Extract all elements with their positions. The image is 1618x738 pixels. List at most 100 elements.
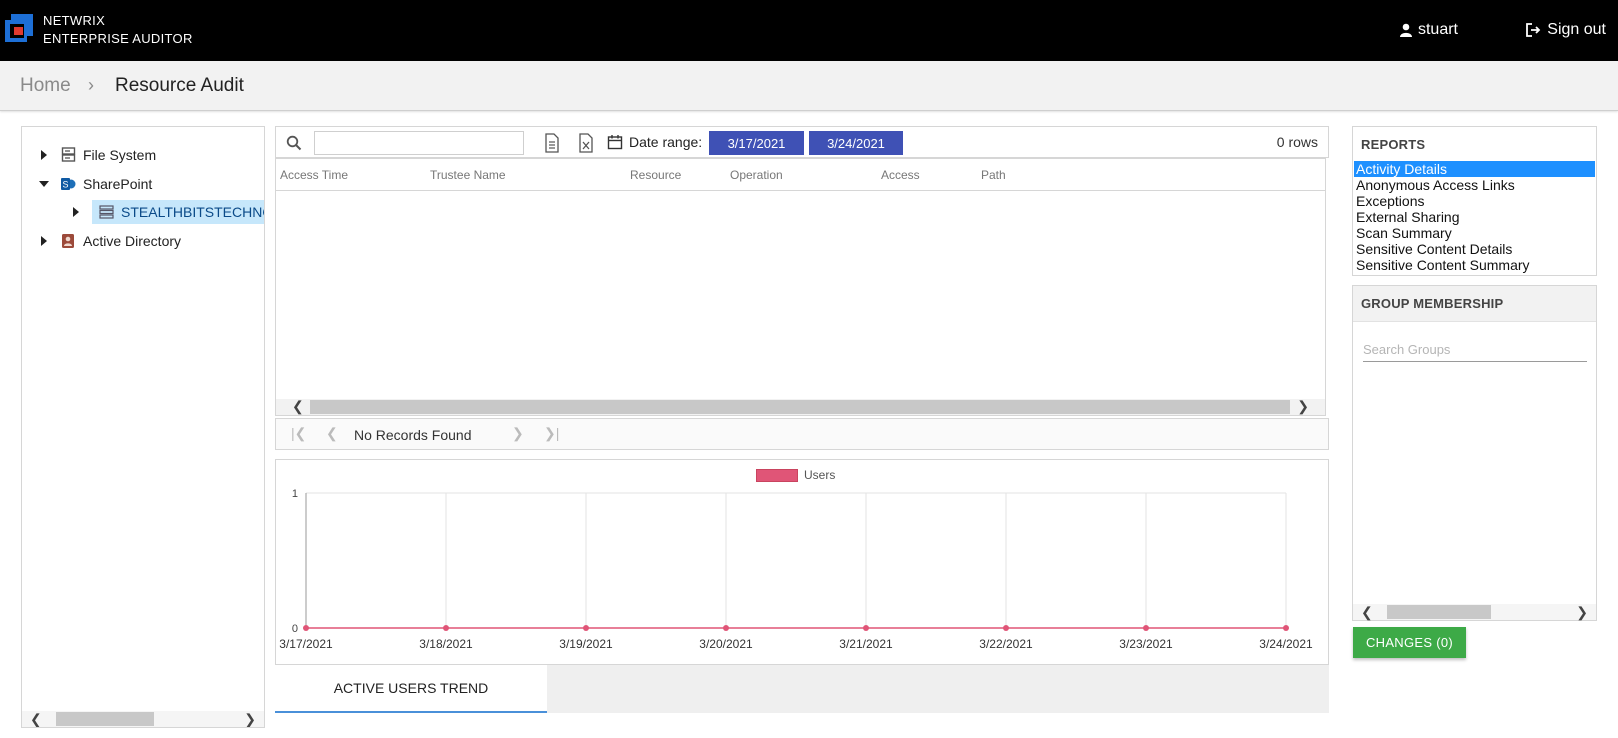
directory-icon — [60, 233, 76, 249]
chart-plot: 0 1 3/17/2021 3/18/2021 3/19/2021 3/20/2021 3/… — [279, 488, 1313, 651]
chevron-right-icon[interactable]: ❯ — [244, 711, 256, 728]
tree-item-label: Active Directory — [83, 233, 182, 249]
svg-text:S: S — [62, 180, 68, 190]
report-item-external-sharing[interactable]: External Sharing — [1354, 209, 1595, 225]
column-header-path[interactable]: Path — [981, 168, 1006, 182]
report-item-anonymous-access-links[interactable]: Anonymous Access Links — [1354, 177, 1595, 193]
first-page-icon[interactable]: |❮ — [291, 425, 306, 442]
grid-horizontal-scrollbar[interactable]: ❮ ❯ — [276, 398, 1325, 415]
x-tick-label: 3/23/2021 — [1119, 637, 1173, 651]
report-item-sensitive-content-details[interactable]: Sensitive Content Details — [1354, 241, 1595, 257]
tree-item-sharepoint[interactable]: S SharePoint — [38, 172, 152, 196]
tree-item-stealthbits-site[interactable]: STEALTHBITSTECHNO — [70, 200, 265, 224]
data-point — [583, 625, 589, 631]
grid-toolbar: Date range: 3/17/2021 3/24/2021 0 rows — [275, 126, 1329, 158]
tree-item-label: File System — [83, 147, 157, 163]
y-tick-label: 1 — [292, 488, 298, 500]
data-point — [863, 625, 869, 631]
x-tick-label: 3/19/2021 — [559, 637, 613, 651]
chart-tabs: ACTIVE USERS TREND — [275, 665, 1329, 713]
row-count: 0 rows — [1276, 134, 1318, 150]
caret-right-icon[interactable] — [38, 235, 50, 247]
group-membership-title: GROUP MEMBERSHIP — [1361, 296, 1504, 311]
data-point — [1003, 625, 1009, 631]
tab-active-users-trend[interactable]: ACTIVE USERS TREND — [275, 665, 547, 713]
end-date-button[interactable]: 3/24/2021 — [809, 131, 903, 155]
tree-item-label: STEALTHBITSTECHNO — [121, 204, 265, 220]
tree-item-active-directory[interactable]: Active Directory — [38, 229, 181, 253]
next-page-icon[interactable]: ❯ — [512, 425, 524, 442]
server-icon — [98, 204, 114, 220]
search-icon[interactable] — [286, 135, 302, 151]
search-input[interactable] — [314, 131, 524, 155]
page-title: Resource Audit — [115, 75, 244, 96]
report-item-sensitive-content-summary[interactable]: Sensitive Content Summary — [1354, 257, 1595, 273]
export-document-icon[interactable] — [543, 133, 561, 153]
caret-right-icon[interactable] — [38, 149, 50, 161]
tree-item-label: SharePoint — [83, 176, 153, 192]
chevron-left-icon[interactable]: ❮ — [292, 398, 304, 415]
user-icon — [1399, 23, 1412, 37]
groups-horizontal-scrollbar[interactable]: ❮ ❯ — [1353, 604, 1596, 620]
y-tick-label: 0 — [292, 623, 298, 635]
column-header-access-time[interactable]: Access Time — [280, 168, 348, 182]
x-tick-label: 3/18/2021 — [419, 637, 473, 651]
sign-out-label: Sign out — [1547, 21, 1606, 38]
report-item-scan-summary[interactable]: Scan Summary — [1354, 225, 1595, 241]
brand-name: NETWRIX ENTERPRISE AUDITOR — [43, 12, 193, 48]
changes-button[interactable]: CHANGES (0) — [1353, 627, 1466, 658]
column-header-access[interactable]: Access — [881, 168, 920, 182]
data-point — [1283, 625, 1289, 631]
caret-down-icon[interactable] — [38, 178, 50, 190]
data-point — [443, 625, 449, 631]
search-groups-input[interactable] — [1363, 338, 1587, 362]
group-membership-panel: GROUP MEMBERSHIP ❮ ❯ — [1352, 285, 1597, 621]
brand-line-2: ENTERPRISE AUDITOR — [43, 31, 193, 46]
user-menu[interactable]: stuart — [1399, 21, 1458, 39]
netwrix-logo — [5, 14, 33, 42]
chevron-right-icon[interactable]: ❯ — [1576, 604, 1588, 621]
tree-item-selected[interactable]: STEALTHBITSTECHNO — [92, 200, 265, 224]
scrollbar-thumb[interactable] — [310, 400, 1290, 414]
previous-page-icon[interactable]: ❮ — [326, 425, 338, 442]
tree-item-file-system[interactable]: File System — [38, 143, 156, 167]
report-item-activity-details[interactable]: Activity Details — [1354, 161, 1595, 177]
group-membership-header: GROUP MEMBERSHIP — [1353, 286, 1596, 322]
chevron-left-icon[interactable]: ❮ — [30, 711, 42, 728]
x-tick-label: 3/24/2021 — [1259, 637, 1313, 651]
scrollbar-thumb[interactable] — [1387, 605, 1491, 619]
column-header-resource[interactable]: Resource — [630, 168, 681, 182]
grid-header: Access Time Trustee Name Resource Operat… — [276, 159, 1325, 191]
tree-horizontal-scrollbar[interactable]: ❮ ❯ — [22, 711, 264, 727]
calendar-icon — [607, 135, 623, 150]
top-bar: NETWRIX ENTERPRISE AUDITOR stuart Sign o… — [0, 0, 1618, 61]
chevron-left-icon[interactable]: ❮ — [1361, 604, 1373, 621]
sharepoint-icon: S — [60, 176, 76, 192]
reports-title: REPORTS — [1361, 137, 1426, 152]
pager-status: No Records Found — [354, 427, 472, 443]
caret-right-icon[interactable] — [70, 206, 82, 218]
x-tick-label: 3/21/2021 — [839, 637, 893, 651]
start-date-button[interactable]: 3/17/2021 — [709, 131, 804, 155]
reports-list: Activity Details Anonymous Access Links … — [1354, 161, 1595, 273]
data-point — [1143, 625, 1149, 631]
reports-panel: REPORTS Activity Details Anonymous Acces… — [1352, 126, 1597, 276]
scrollbar-thumb[interactable] — [56, 712, 154, 726]
user-name: stuart — [1417, 21, 1458, 38]
sign-out-button[interactable]: Sign out — [1526, 21, 1606, 39]
export-excel-icon[interactable] — [577, 133, 595, 153]
data-point — [303, 625, 309, 631]
sign-out-icon — [1526, 23, 1541, 37]
x-tick-label: 3/20/2021 — [699, 637, 753, 651]
date-range-label: Date range: — [629, 134, 703, 150]
last-page-icon[interactable]: ❯| — [544, 425, 559, 442]
column-header-trustee-name[interactable]: Trustee Name — [430, 168, 506, 182]
brand-line-1: NETWRIX — [43, 13, 106, 28]
x-tick-label: 3/22/2021 — [979, 637, 1033, 651]
report-item-exceptions[interactable]: Exceptions — [1354, 193, 1595, 209]
chevron-right-icon[interactable]: ❯ — [1297, 398, 1309, 415]
column-header-operation[interactable]: Operation — [730, 168, 783, 182]
x-tick-label: 3/17/2021 — [279, 637, 333, 651]
resource-tree: File System S SharePoint STEALTHBITSTECH… — [21, 126, 265, 728]
breadcrumb-home-link[interactable]: Home — [20, 75, 71, 97]
